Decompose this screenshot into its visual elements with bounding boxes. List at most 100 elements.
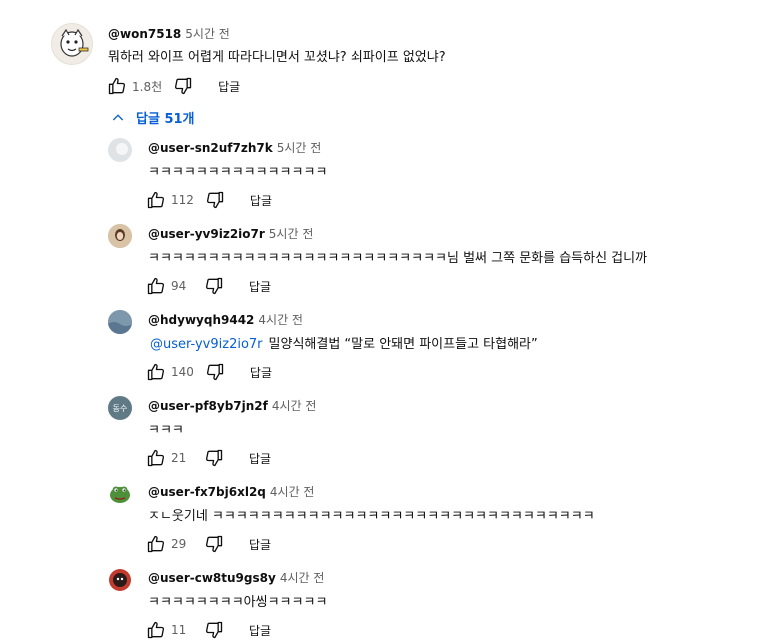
dislike-button[interactable] — [204, 361, 226, 383]
reply-body: ㅋㅋㅋㅋㅋㅋㅋㅋㅋㅋㅋㅋㅋㅋㅋㅋㅋㅋㅋㅋㅋㅋㅋㅋㅋ님 벌써 그쪽 문화를 습득하… — [148, 251, 648, 266]
reply-actions: 112 답글 — [145, 189, 272, 211]
like-button[interactable] — [106, 75, 128, 97]
reply-button[interactable]: 답글 — [249, 450, 271, 467]
replies-toggle-button[interactable]: 답글 51개 — [110, 108, 195, 127]
reply-button[interactable]: 답글 — [249, 536, 271, 553]
reply-avatar[interactable] — [108, 568, 132, 592]
thumb-up-icon — [147, 277, 165, 295]
like-button[interactable] — [145, 275, 167, 297]
reply-actions: 29 답글 — [145, 533, 271, 555]
reply-text: @user-yv9iz2io7r 밀양식해결법 “말로 안돼면 파이프들고 타협해… — [150, 333, 538, 352]
reply-body: ㅋㅋㅋ — [148, 423, 184, 438]
thumb-up-icon — [108, 77, 126, 95]
reply-avatar[interactable] — [108, 482, 132, 506]
reply-body: ㅋㅋㅋㅋㅋㅋㅋㅋ아씽ㅋㅋㅋㅋㅋ — [148, 595, 328, 610]
reply-author[interactable]: @user-cw8tu9gs8y — [148, 571, 276, 585]
thumb-down-icon — [205, 621, 223, 639]
reply-author[interactable]: @user-pf8yb7jn2f — [148, 399, 268, 413]
like-button[interactable] — [145, 447, 167, 469]
thumb-up-icon — [147, 191, 165, 209]
reply-button[interactable]: 답글 — [250, 192, 272, 209]
dislike-button[interactable] — [204, 189, 226, 211]
dislike-button[interactable] — [203, 533, 225, 555]
like-button[interactable] — [145, 189, 167, 211]
like-count: 29 — [171, 537, 187, 551]
thumb-down-icon — [205, 535, 223, 553]
reply-author[interactable]: @user-sn2uf7zh7k — [148, 141, 273, 155]
reply-time[interactable]: 5시간 전 — [269, 227, 314, 241]
reply-text: ㅋㅋㅋ — [148, 419, 184, 438]
mention-link[interactable]: @user-yv9iz2io7r — [150, 337, 263, 352]
reply-author[interactable]: @user-fx7bj6xl2q — [148, 485, 266, 499]
reply-avatar[interactable] — [108, 224, 132, 248]
like-count: 112 — [171, 193, 194, 207]
reply-button[interactable]: 답글 — [249, 622, 271, 639]
reply-body: ㅈㄴ웃기네 ㅋㅋㅋㅋㅋㅋㅋㅋㅋㅋㅋㅋㅋㅋㅋㅋㅋㅋㅋㅋㅋㅋㅋㅋㅋㅋㅋㅋㅋㅋㅋㅋ — [148, 509, 595, 524]
thumb-up-icon — [147, 449, 165, 467]
dislike-button[interactable] — [203, 447, 225, 469]
frog-avatar-icon — [110, 486, 130, 503]
thumb-up-icon — [147, 535, 165, 553]
reply-actions: 21 답글 — [145, 447, 271, 469]
like-button[interactable] — [145, 361, 167, 383]
reply-text: ㅋㅋㅋㅋㅋㅋㅋㅋㅋㅋㅋㅋㅋㅋㅋㅋㅋㅋㅋㅋㅋㅋㅋㅋㅋ님 벌써 그쪽 문화를 습득하… — [148, 247, 647, 266]
thumb-down-icon — [205, 449, 223, 467]
reply-meta: @user-pf8yb7jn2f 4시간 전 — [148, 397, 316, 414]
chevron-up-icon — [112, 113, 124, 120]
thumb-up-icon — [147, 621, 165, 639]
thumb-up-icon — [147, 363, 165, 381]
reply-button[interactable]: 답글 — [249, 278, 271, 295]
face-avatar-icon — [109, 569, 131, 591]
like-count: 11 — [171, 623, 187, 637]
reply-time[interactable]: 4시간 전 — [270, 485, 315, 499]
thumb-down-icon — [175, 77, 192, 95]
dislike-button[interactable] — [203, 619, 225, 641]
reply-time[interactable]: 4시간 전 — [280, 571, 325, 585]
top-comment-avatar[interactable] — [51, 23, 93, 65]
replies-toggle-label: 답글 51개 — [136, 112, 195, 127]
top-comment-meta: @won7518 5시간 전 — [108, 25, 230, 42]
reply-time[interactable]: 5시간 전 — [277, 141, 322, 155]
like-button[interactable] — [145, 533, 167, 555]
reply-body: 밀양식해결법 “말로 안돼면 파이프들고 타협해라” — [268, 337, 538, 352]
avatar-image-icon — [108, 310, 132, 334]
avatar-label: 동수 — [112, 403, 128, 413]
like-count: 1.8천 — [132, 79, 163, 94]
reply-body: ㅋㅋㅋㅋㅋㅋㅋㅋㅋㅋㅋㅋㅋㅋㅋ — [148, 165, 328, 180]
reply-actions: 94 답글 — [145, 275, 271, 297]
comment-text: 뭐하러 와이프 어렵게 따라다니면서 꼬셨냐? 쇠파이프 없었냐? — [108, 50, 446, 65]
reply-meta: @user-fx7bj6xl2q 4시간 전 — [148, 483, 314, 500]
reply-author[interactable]: @hdywyqh9442 — [148, 313, 254, 327]
like-count: 21 — [171, 451, 187, 465]
reply-avatar[interactable] — [108, 310, 132, 334]
reply-actions: 140 답글 — [145, 361, 272, 383]
reply-author[interactable]: @user-yv9iz2io7r — [148, 227, 265, 241]
reply-button[interactable]: 답글 — [250, 364, 272, 381]
avatar-image-icon — [108, 138, 132, 162]
reply-meta: @user-sn2uf7zh7k 5시간 전 — [148, 139, 321, 156]
reply-text: ㅋㅋㅋㅋㅋㅋㅋㅋㅋㅋㅋㅋㅋㅋㅋ — [148, 161, 327, 180]
reply-meta: @user-cw8tu9gs8y 4시간 전 — [148, 569, 324, 586]
avatar-image-icon — [108, 224, 132, 248]
reply-text: ㅈㄴ웃기네 ㅋㅋㅋㅋㅋㅋㅋㅋㅋㅋㅋㅋㅋㅋㅋㅋㅋㅋㅋㅋㅋㅋㅋㅋㅋㅋㅋㅋㅋㅋㅋㅋ — [148, 505, 595, 524]
dislike-button[interactable] — [203, 275, 225, 297]
reply-time[interactable]: 4시간 전 — [272, 399, 317, 413]
reply-avatar[interactable]: 동수 — [108, 396, 132, 420]
comment-actions: 1.8천 답글 — [106, 75, 240, 97]
thumb-down-icon — [205, 277, 223, 295]
dislike-button[interactable] — [172, 75, 194, 97]
reply-button[interactable]: 답글 — [218, 78, 240, 95]
comment-time[interactable]: 5시간 전 — [185, 27, 230, 41]
reply-avatar[interactable] — [108, 138, 132, 162]
reply-actions: 11 답글 — [145, 619, 271, 641]
reply-meta: @hdywyqh9442 4시간 전 — [148, 311, 303, 328]
reply-time[interactable]: 4시간 전 — [258, 313, 303, 327]
reply-text: ㅋㅋㅋㅋㅋㅋㅋㅋ아씽ㅋㅋㅋㅋㅋ — [148, 591, 327, 610]
like-count: 140 — [171, 365, 194, 379]
comment-author[interactable]: @won7518 — [108, 27, 181, 41]
like-button[interactable] — [145, 619, 167, 641]
thumb-down-icon — [206, 363, 224, 381]
thumb-down-icon — [206, 191, 224, 209]
like-count: 94 — [171, 279, 187, 293]
cartoon-avatar-icon — [60, 28, 89, 57]
